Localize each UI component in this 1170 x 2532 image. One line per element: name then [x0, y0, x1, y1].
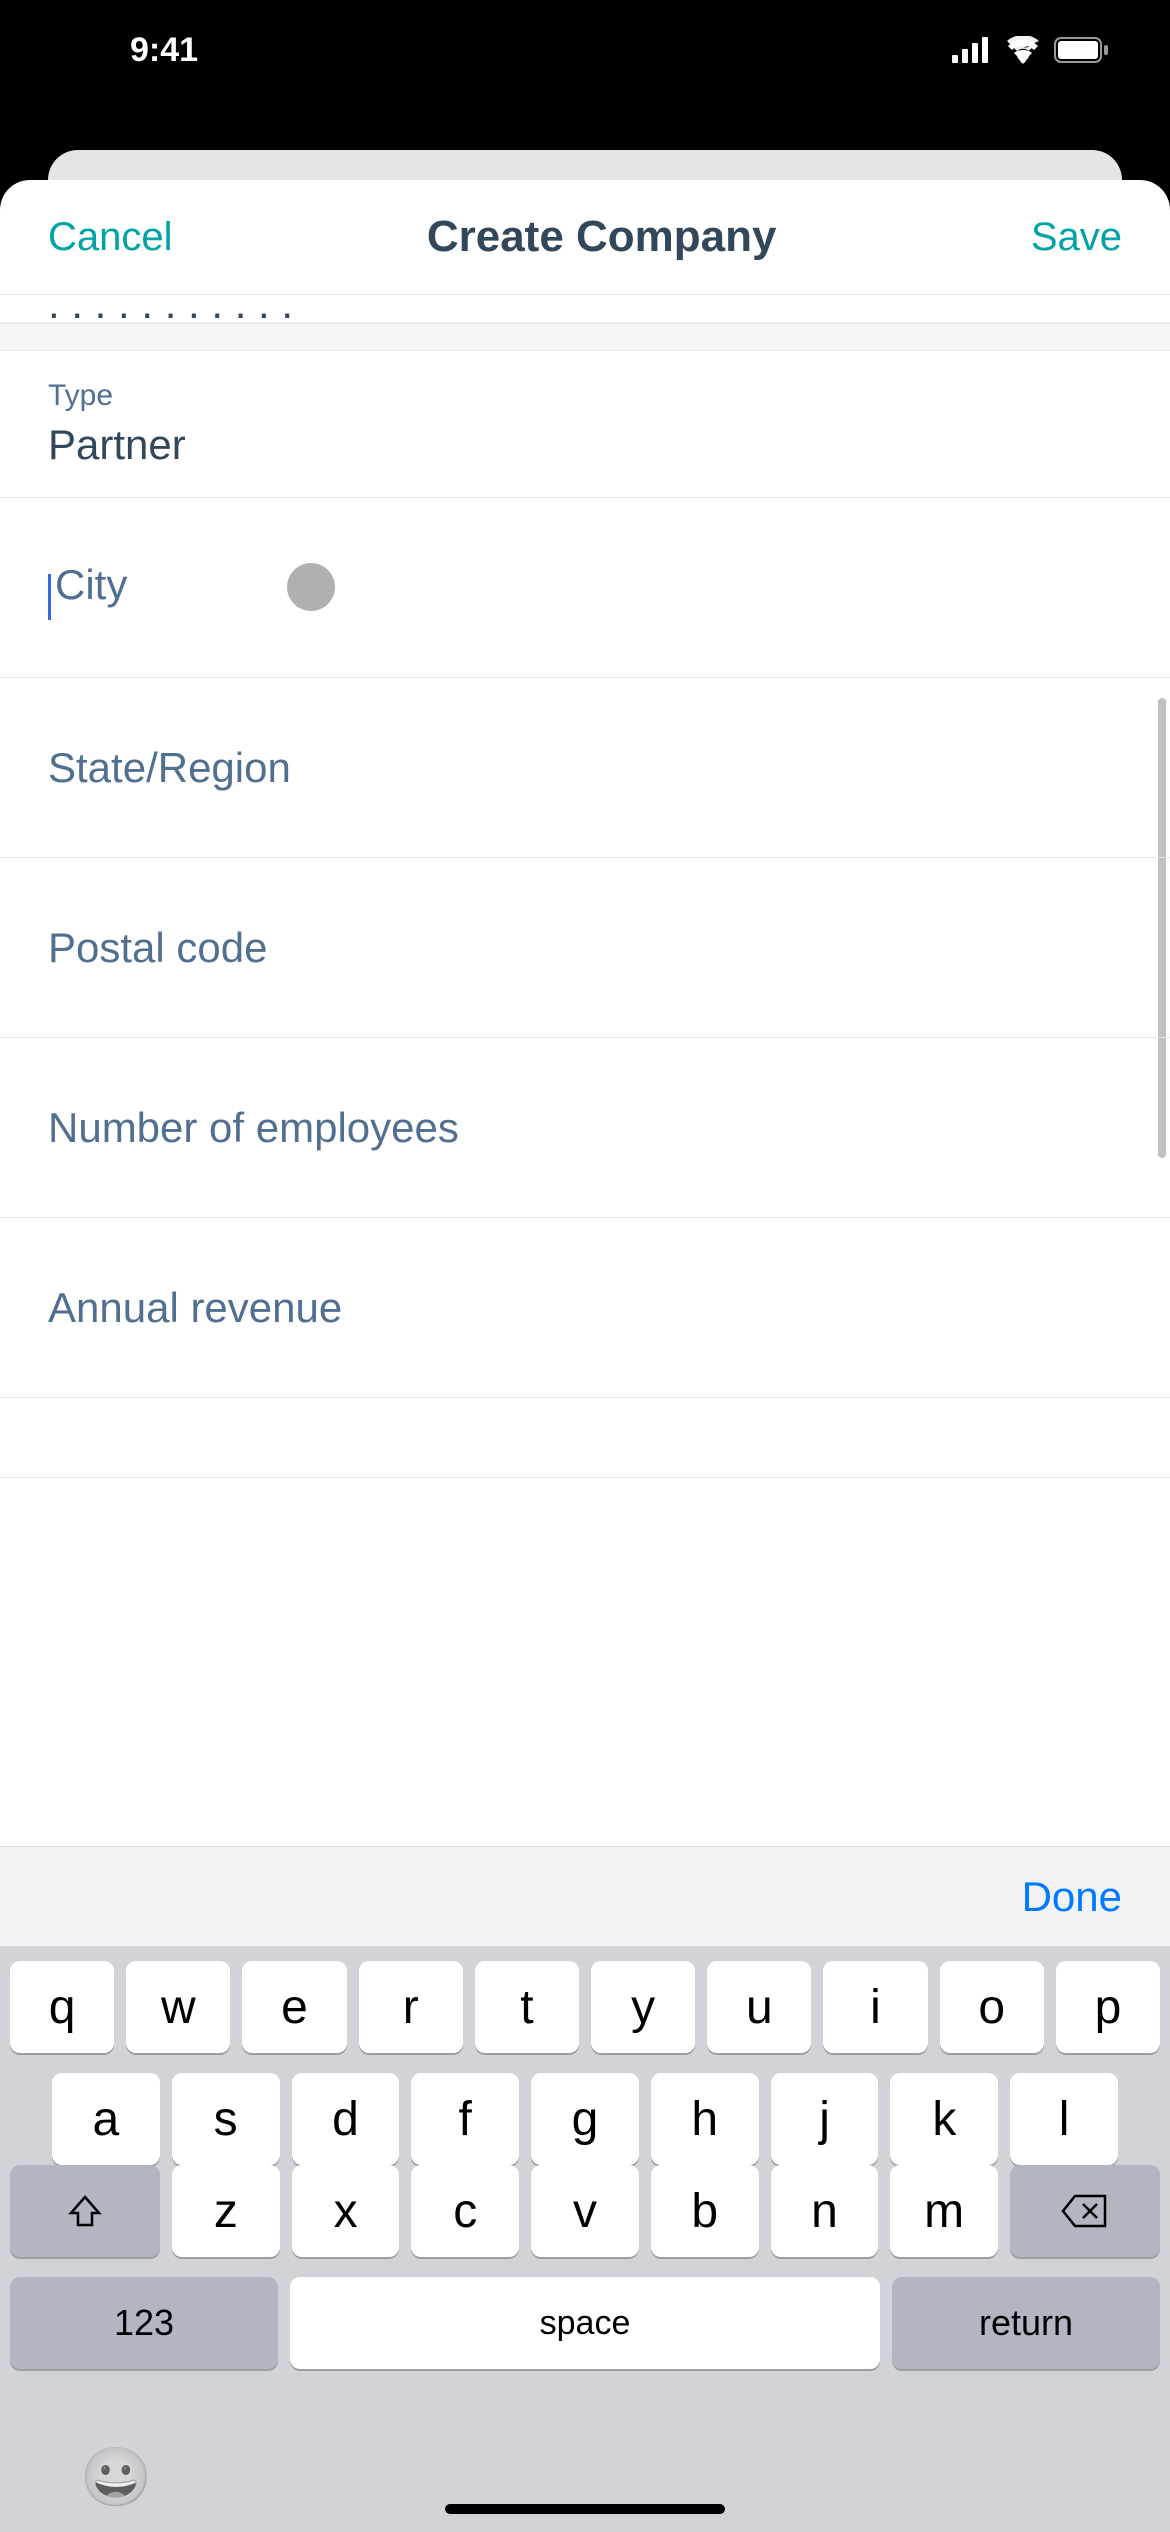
revenue-field[interactable]: Annual revenue: [0, 1218, 1170, 1398]
section-gap: [0, 323, 1170, 351]
on-screen-keyboard: q w e r t y u i o p a s d f g h j k l: [0, 1946, 1170, 2404]
key-b[interactable]: b: [651, 2165, 759, 2257]
status-time: 9:41: [130, 31, 198, 70]
done-button[interactable]: Done: [1022, 1873, 1122, 1921]
key-v[interactable]: v: [531, 2165, 639, 2257]
key-s[interactable]: s: [172, 2073, 280, 2165]
battery-icon: [1054, 37, 1110, 63]
key-k[interactable]: k: [890, 2073, 998, 2165]
backspace-icon: [1061, 2193, 1109, 2229]
postal-placeholder: Postal code: [48, 924, 1122, 972]
shift-key[interactable]: [10, 2165, 160, 2257]
type-field[interactable]: Type Partner: [0, 351, 1170, 498]
keyboard-row-2: a s d f g h j k l: [52, 2073, 1118, 2165]
modal-title: Create Company: [427, 212, 777, 262]
key-i[interactable]: i: [823, 1961, 927, 2053]
employees-placeholder: Number of employees: [48, 1104, 1122, 1152]
key-h[interactable]: h: [651, 2073, 759, 2165]
key-y[interactable]: y: [591, 1961, 695, 2053]
key-o[interactable]: o: [940, 1961, 1044, 2053]
partial-row-above: . . . . . . . . . . .___: [0, 295, 1170, 323]
key-x[interactable]: x: [292, 2165, 400, 2257]
modal-header: Cancel Create Company Save: [0, 180, 1170, 295]
keyboard-row-1: q w e r t y u i o p: [10, 1961, 1160, 2053]
key-a[interactable]: a: [52, 2073, 160, 2165]
key-l[interactable]: l: [1010, 2073, 1118, 2165]
type-label: Type: [48, 379, 1122, 413]
wifi-icon: [1004, 36, 1042, 64]
keyboard-row-3: z x c v b n m: [10, 2165, 1160, 2257]
text-cursor: [48, 574, 51, 620]
create-company-modal: Cancel Create Company Save . . . . . . .…: [0, 180, 1170, 2532]
return-key[interactable]: return: [892, 2277, 1160, 2369]
key-j[interactable]: j: [771, 2073, 879, 2165]
key-c[interactable]: c: [411, 2165, 519, 2257]
key-e[interactable]: e: [242, 1961, 346, 2053]
city-placeholder: City: [55, 561, 127, 608]
keyboard-toolbar: Done: [0, 1846, 1170, 1946]
revenue-placeholder: Annual revenue: [48, 1284, 1122, 1332]
key-m[interactable]: m: [890, 2165, 998, 2257]
employees-field[interactable]: Number of employees: [0, 1038, 1170, 1218]
type-value: Partner: [48, 421, 1122, 469]
city-field[interactable]: City: [0, 498, 1170, 678]
cancel-button[interactable]: Cancel: [48, 215, 173, 260]
cellular-icon: [952, 37, 992, 63]
key-g[interactable]: g: [531, 2073, 639, 2165]
numbers-key[interactable]: 123: [10, 2277, 278, 2369]
key-r[interactable]: r: [359, 1961, 463, 2053]
key-t[interactable]: t: [475, 1961, 579, 2053]
postal-field[interactable]: Postal code: [0, 858, 1170, 1038]
state-placeholder: State/Region: [48, 744, 1122, 792]
home-indicator[interactable]: [445, 2504, 725, 2514]
key-n[interactable]: n: [771, 2165, 879, 2257]
emoji-button[interactable]: 😀: [80, 2444, 152, 2512]
status-icons: [952, 36, 1110, 64]
key-f[interactable]: f: [411, 2073, 519, 2165]
keyboard-row-4: 123 space return: [10, 2277, 1160, 2369]
backspace-key[interactable]: [1010, 2165, 1160, 2257]
key-p[interactable]: p: [1056, 1961, 1160, 2053]
space-key[interactable]: space: [290, 2277, 880, 2369]
key-z[interactable]: z: [172, 2165, 280, 2257]
emoji-icon: 😀: [80, 2445, 152, 2510]
partial-row-below: [0, 1398, 1170, 1478]
key-q[interactable]: q: [10, 1961, 114, 2053]
state-field[interactable]: State/Region: [0, 678, 1170, 858]
key-d[interactable]: d: [292, 2073, 400, 2165]
status-bar: 9:41: [0, 0, 1170, 100]
shift-icon: [65, 2191, 105, 2231]
form-body[interactable]: . . . . . . . . . . .___ Type Partner Ci…: [0, 295, 1170, 1846]
save-button[interactable]: Save: [1031, 215, 1122, 260]
key-w[interactable]: w: [126, 1961, 230, 2053]
keyboard-area: Done q w e r t y u i o p a s d f g h: [0, 1846, 1170, 2532]
touch-indicator: [287, 563, 335, 611]
key-u[interactable]: u: [707, 1961, 811, 2053]
